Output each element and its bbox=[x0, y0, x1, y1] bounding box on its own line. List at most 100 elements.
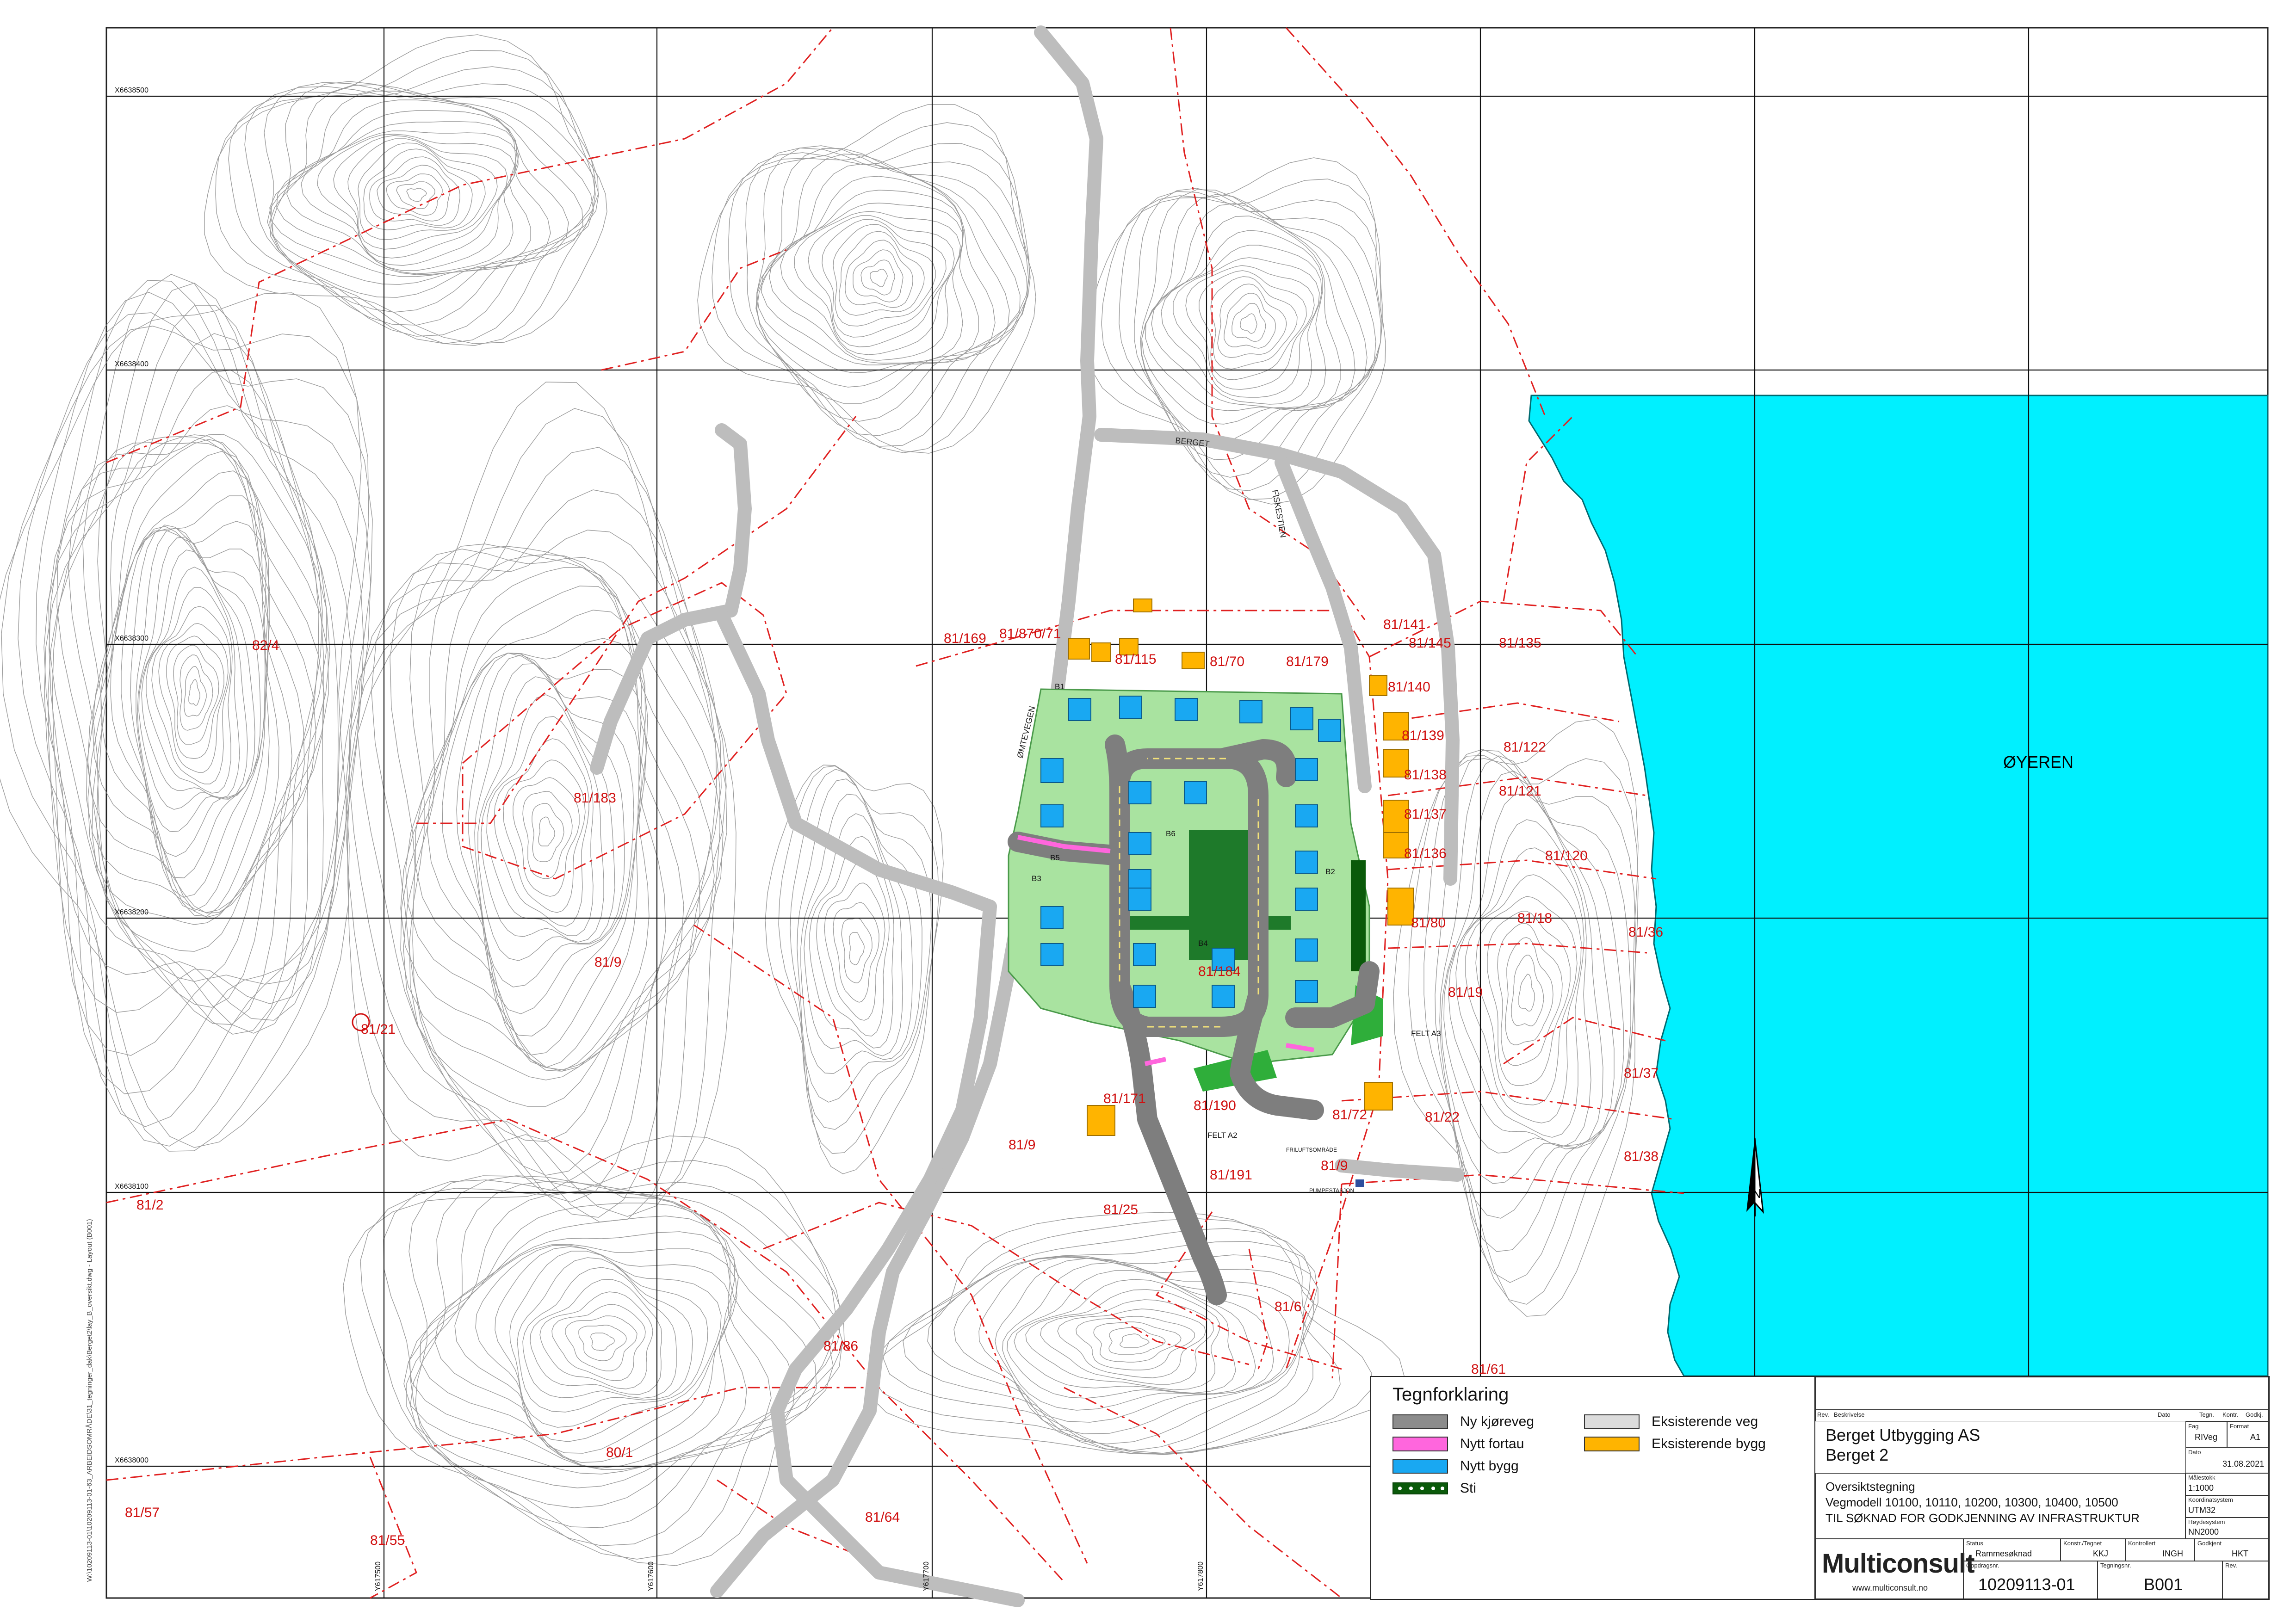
existing-building bbox=[1068, 638, 1090, 660]
parcel-label: 81/72 bbox=[1332, 1107, 1367, 1123]
north-arrow-label: N bbox=[1752, 1186, 1761, 1201]
assignment-no-label: Oppdragsnr. bbox=[1966, 1562, 1999, 1569]
legend-label: Eksisterende bygg bbox=[1652, 1436, 1766, 1451]
header-tegn: Tegn. bbox=[2199, 1411, 2214, 1418]
drawing-no: B001 bbox=[2144, 1575, 2183, 1594]
project-name: Berget 2 bbox=[1826, 1445, 1889, 1464]
parcel-label: 81/37 bbox=[1624, 1066, 1659, 1081]
parcel-label: 81/171 bbox=[1103, 1091, 1146, 1106]
designer-value: KKJ bbox=[2093, 1549, 2109, 1558]
approved-label: Godkjent bbox=[2197, 1540, 2222, 1547]
new-building bbox=[1133, 943, 1156, 966]
new-building bbox=[1040, 804, 1064, 827]
coord-system-label: Koordinatsystem bbox=[2188, 1496, 2233, 1503]
drawing-no-label: Tegningsnr. bbox=[2100, 1562, 2131, 1569]
legend-item: Nytt bygg bbox=[1392, 1458, 1519, 1474]
parcel-label: 81/184 bbox=[1198, 964, 1241, 979]
parcel-label: 81/191 bbox=[1210, 1167, 1252, 1183]
format-label: Format bbox=[2230, 1423, 2249, 1430]
parcel-label: 81/138 bbox=[1404, 767, 1447, 783]
status-value: Rammesøknad bbox=[1975, 1549, 2032, 1558]
new-building bbox=[1212, 985, 1235, 1008]
scale-value: 1:1000 bbox=[2188, 1483, 2214, 1493]
parcel-label: 81/9 bbox=[594, 955, 621, 970]
parcel-label: 81/22 bbox=[1425, 1110, 1460, 1125]
checked-value: INGH bbox=[2162, 1549, 2183, 1558]
new-building bbox=[1290, 707, 1313, 730]
legend-swatch bbox=[1392, 1437, 1448, 1451]
new-building bbox=[1295, 938, 1318, 962]
new-building bbox=[1068, 698, 1091, 721]
new-building bbox=[1128, 781, 1151, 804]
drawing-subtitle-1: Vegmodell 10100, 10110, 10200, 10300, 10… bbox=[1826, 1495, 2118, 1509]
legend-swatch bbox=[1392, 1482, 1448, 1494]
field-label: B5 bbox=[1050, 853, 1060, 862]
parcel-label: 81/115 bbox=[1115, 652, 1157, 667]
status-label: Status bbox=[1966, 1540, 1983, 1547]
legend-swatch bbox=[1584, 1414, 1640, 1429]
field-label: PUMPESTASJON bbox=[1309, 1187, 1354, 1194]
legend-item: Nytt fortau bbox=[1392, 1436, 1524, 1452]
grid-label-x: X6638100 bbox=[115, 1183, 149, 1191]
field-label: B2 bbox=[1325, 867, 1335, 876]
existing-building bbox=[1369, 675, 1387, 696]
new-building bbox=[1040, 906, 1064, 929]
parcel-label: 81/9 bbox=[1321, 1158, 1348, 1173]
header-dato: Dato bbox=[2158, 1411, 2171, 1418]
parcel-label: 81/870/71 bbox=[999, 626, 1061, 642]
designer-label: Konstr./Tegnet bbox=[2063, 1540, 2102, 1547]
legend-title: Tegnforklaring bbox=[1392, 1384, 1509, 1405]
legend: Tegnforklaring Ny kjøreveg Nytt fortau N… bbox=[1370, 1376, 1816, 1600]
new-building bbox=[1295, 888, 1318, 911]
grid-label-x: X6638300 bbox=[115, 635, 149, 642]
existing-building bbox=[1387, 888, 1414, 926]
pump-station-marker bbox=[1355, 1179, 1364, 1187]
new-building bbox=[1295, 804, 1318, 827]
field-label: FELT A3 bbox=[1411, 1029, 1441, 1038]
parcel-label: 80/1 bbox=[606, 1445, 633, 1460]
parcel-label: 81/64 bbox=[865, 1510, 900, 1525]
dato-label: Dato bbox=[2188, 1449, 2201, 1456]
grid-label-y: Y617600 bbox=[647, 1561, 655, 1591]
fag-label: Fag bbox=[2188, 1423, 2199, 1430]
drawing-subtitle-2: TIL SØKNAD FOR GODKJENNING AV INFRASTRUK… bbox=[1826, 1511, 2140, 1525]
parcel-label: 81/169 bbox=[944, 631, 986, 646]
approved-value: HKT bbox=[2232, 1549, 2248, 1558]
legend-label: Nytt bygg bbox=[1460, 1458, 1519, 1474]
legend-swatch bbox=[1392, 1459, 1448, 1474]
header-rev: Rev. bbox=[1817, 1411, 1829, 1418]
parcel-label: 81/36 bbox=[1628, 925, 1663, 940]
existing-building bbox=[1087, 1105, 1115, 1136]
grid-label-y: Y617700 bbox=[922, 1561, 930, 1591]
checked-label: Kontrollert bbox=[2128, 1540, 2156, 1547]
parcel-label: 81/6 bbox=[1275, 1299, 1301, 1314]
parcel-label: 81/179 bbox=[1286, 654, 1329, 669]
field-label: FELT A2 bbox=[1207, 1131, 1238, 1140]
parcel-label: 81/25 bbox=[1103, 1202, 1138, 1217]
parcel-label: 81/57 bbox=[125, 1505, 160, 1520]
header-godkj: Godkj. bbox=[2246, 1411, 2263, 1418]
existing-building bbox=[1182, 652, 1205, 669]
new-building bbox=[1128, 888, 1151, 911]
grid-label-y: Y617800 bbox=[1197, 1561, 1205, 1591]
legend-item: Eksisterende bygg bbox=[1584, 1436, 1766, 1452]
parcel-label: 81/70 bbox=[1210, 654, 1244, 669]
parcel-label: 81/38 bbox=[1624, 1149, 1659, 1164]
parcel-label: 81/9 bbox=[1009, 1137, 1035, 1153]
parcel-label: 81/137 bbox=[1404, 807, 1447, 822]
new-building bbox=[1175, 698, 1198, 721]
new-building bbox=[1040, 943, 1064, 966]
dato-value: 31.08.2021 bbox=[2222, 1459, 2265, 1469]
field-label: B1 bbox=[1055, 682, 1064, 691]
field-label: B3 bbox=[1032, 874, 1041, 883]
grid-label-x: X6638200 bbox=[115, 908, 149, 916]
new-building bbox=[1295, 851, 1318, 874]
parcel-label: 81/61 bbox=[1471, 1362, 1506, 1377]
grid-label-x: X6638400 bbox=[115, 360, 149, 368]
legend-label: Sti bbox=[1460, 1481, 1477, 1496]
legend-label: Ny kjøreveg bbox=[1460, 1414, 1535, 1429]
field-label: FRILUFTSOMRÅDE bbox=[1286, 1146, 1337, 1153]
parcel-label: 81/145 bbox=[1409, 636, 1451, 651]
parcel-label: 81/135 bbox=[1499, 636, 1541, 651]
legend-swatch bbox=[1392, 1414, 1448, 1429]
